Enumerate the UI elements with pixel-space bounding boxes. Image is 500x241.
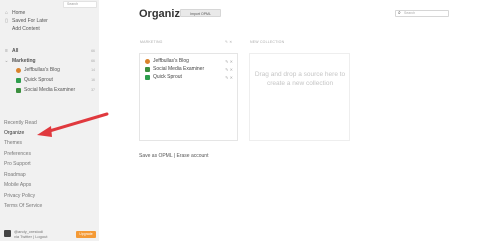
annotation-arrow	[37, 112, 109, 137]
arrow-shaft	[44, 112, 109, 134]
arrow-head	[37, 126, 52, 137]
